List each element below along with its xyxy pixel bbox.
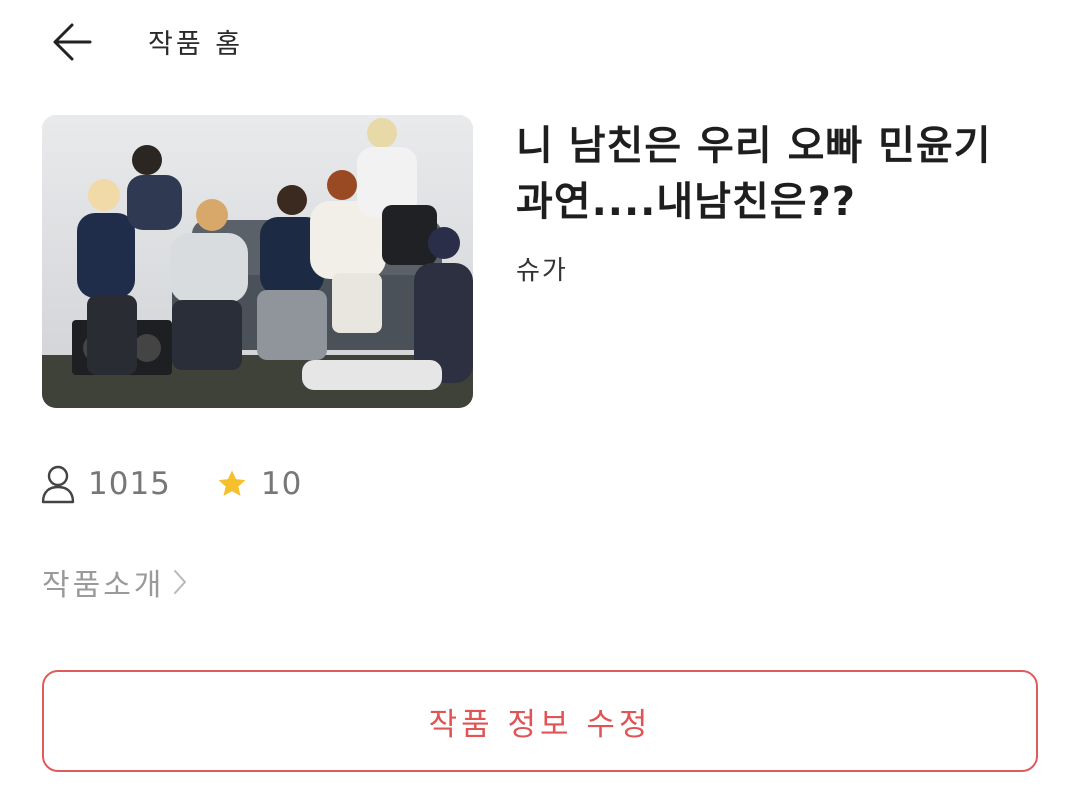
work-stats: 1015 10	[40, 462, 346, 506]
star-icon	[218, 470, 246, 496]
rating: 10	[215, 466, 302, 502]
cover-image[interactable]	[42, 115, 473, 408]
page-title: 작품 홈	[148, 29, 244, 60]
user-icon	[41, 465, 75, 504]
intro-label: 작품소개	[42, 568, 165, 603]
chevron-right-icon	[174, 570, 187, 594]
rating-value: 10	[260, 466, 303, 502]
work-title: 니 남친은 우리 오빠 민윤기 과연....내남친은??	[516, 123, 992, 225]
view-count-value: 1015	[88, 466, 171, 502]
arrow-left-icon	[53, 23, 92, 61]
view-count: 1015	[40, 464, 171, 504]
work-intro-link[interactable]: 작품소개	[42, 560, 190, 604]
edit-work-info-label: 작품 정보 수정	[428, 706, 652, 743]
edit-work-info-button[interactable]: 작품 정보 수정	[42, 670, 1038, 772]
author-name[interactable]: 슈가	[516, 250, 568, 287]
back-button[interactable]	[40, 14, 104, 70]
